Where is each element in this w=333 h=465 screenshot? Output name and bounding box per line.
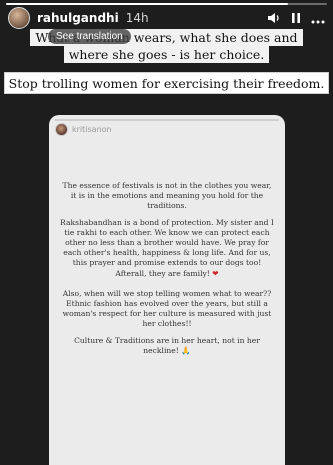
story-progress-bar [6, 3, 327, 5]
story-header: rahulgandhi 14h [8, 7, 325, 29]
embedded-story-text: The essence of festivals is not in the c… [59, 181, 275, 362]
heart-emoji-icon: ❤ [212, 268, 219, 278]
paragraph-what-to-wear: Also, when will we stop telling women wh… [62, 288, 272, 329]
pause-icon[interactable] [291, 9, 301, 28]
embedded-progress-bar [55, 119, 279, 121]
embedded-username[interactable]: kritisanon [72, 125, 112, 134]
story-age: 14h [125, 11, 149, 25]
folded-hands-emoji-icon: 🙏 [181, 345, 191, 355]
paragraph-culture-text: Culture & Traditions are in her heart, n… [74, 335, 260, 355]
more-icon[interactable] [311, 9, 325, 28]
paragraph-rakshabandhan-text: Rakshabandhan is a bond of protection. M… [60, 217, 274, 278]
embedded-story-header: kritisanon [55, 123, 112, 136]
caption-line-3: Stop trolling women for exercising their… [4, 72, 329, 94]
paragraph-culture: Culture & Traditions are in her heart, n… [59, 336, 275, 356]
paragraph-festivals: The essence of festivals is not in the c… [62, 181, 272, 211]
embedded-avatar[interactable] [55, 123, 68, 136]
story-progress-fill [6, 3, 289, 5]
caption-line-2: where she goes - is her choice. [63, 46, 270, 63]
see-translation-button[interactable]: See translation [48, 29, 131, 44]
story-controls [267, 9, 325, 28]
volume-icon[interactable] [267, 9, 281, 28]
embedded-story-card[interactable]: kritisanon The essence of festivals is n… [49, 115, 285, 465]
story-username[interactable]: rahulgandhi [37, 11, 119, 25]
avatar[interactable] [8, 7, 30, 29]
paragraph-rakshabandhan: Rakshabandhan is a bond of protection. M… [59, 218, 275, 279]
story-viewer: rahulgandhi 14h What a woman wears, what… [0, 0, 333, 465]
